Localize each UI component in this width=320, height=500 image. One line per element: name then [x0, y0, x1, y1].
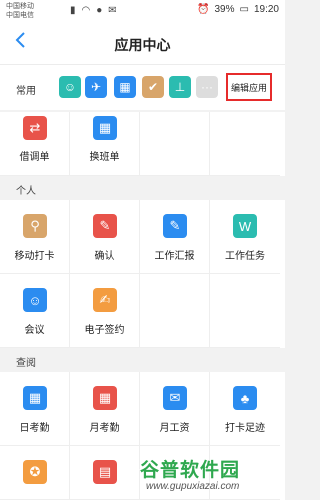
- app-tile[interactable]: ♣ 打卡足迹: [210, 372, 280, 446]
- quick-app-1[interactable]: ☺: [59, 76, 81, 98]
- app-label: 换班单: [89, 152, 120, 163]
- app-label: 移动打卡: [14, 251, 55, 262]
- common-apps-bar: 常用 ☺ ✈ ▦ ✔ ⊥ ··· 编辑应用: [0, 65, 285, 110]
- task-icon: W: [233, 214, 257, 238]
- salary-icon: ✉: [163, 386, 187, 410]
- medal-icon: ✪: [23, 460, 47, 484]
- section-header-query: 查阅: [0, 348, 285, 372]
- app-label: 会议: [24, 325, 45, 336]
- more-icon: ···: [201, 80, 213, 94]
- message-icon: ✉: [108, 5, 117, 16]
- battery-icon: ▭: [239, 4, 249, 15]
- status-time: 19:20: [253, 4, 279, 15]
- pen-icon: ✎: [93, 214, 117, 238]
- app-label: 月工资: [159, 423, 190, 434]
- meeting-icon: ☺: [23, 288, 47, 312]
- calendar-icon: ▦: [119, 80, 131, 94]
- status-icons: ▮ ◠ ● ✉: [70, 5, 117, 16]
- quick-app-more[interactable]: ···: [196, 76, 218, 98]
- contract-icon: ✍: [93, 288, 117, 312]
- app-tile[interactable]: ▤: [70, 446, 140, 500]
- edit-apps-button[interactable]: 编辑应用: [226, 73, 272, 101]
- quick-app-2[interactable]: ✈: [85, 76, 107, 98]
- carrier-info: 中国移动 中国电信: [6, 2, 34, 20]
- app-tile[interactable]: ✎ 工作汇报: [140, 200, 210, 274]
- signal-icon: ▮: [70, 5, 76, 16]
- app-tile[interactable]: ⚲ 移动打卡: [0, 200, 70, 274]
- app-tile[interactable]: ✉ 月工资: [140, 372, 210, 446]
- app-label: 打卡足迹: [225, 423, 265, 434]
- app-label: 月考勤: [89, 423, 120, 434]
- check-icon: ✔: [147, 80, 159, 94]
- notification-icon: ●: [96, 5, 103, 16]
- stamp-icon: ⊥: [174, 80, 186, 94]
- app-tile[interactable]: W 工作任务: [210, 200, 280, 274]
- person-icon: ☺: [63, 80, 77, 94]
- app-tile[interactable]: ▦ 换班单: [70, 112, 140, 176]
- quick-app-5[interactable]: ⊥: [169, 76, 191, 98]
- app-tile[interactable]: ⇄ 借调单: [0, 112, 70, 176]
- header-bar: 应用中心: [0, 22, 285, 65]
- section-title: 查阅: [16, 358, 36, 369]
- status-right: ⏰ 39% ▭ 19:20: [197, 4, 279, 15]
- location-pin-icon: ⚲: [23, 214, 47, 238]
- app-tile[interactable]: ▦ 日考勤: [0, 372, 70, 446]
- section-header-personal: 个人: [0, 176, 285, 200]
- battery-percent: 39%: [214, 4, 235, 15]
- top-apps-grid: ⇄ 借调单 ▦ 换班单: [0, 112, 285, 176]
- gift-icon: ▤: [93, 460, 117, 484]
- app-tile[interactable]: ✎ 确认: [70, 200, 140, 274]
- app-label: 电子签约: [84, 325, 125, 336]
- watermark-url: www.gupuxiazai.com: [146, 481, 240, 492]
- section-title: 个人: [16, 186, 36, 197]
- transfer-icon: ⇄: [23, 116, 47, 140]
- status-bar: 中国移动 中国电信 ▮ ◠ ● ✉ ⏰ 39% ▭ 19:20: [0, 0, 285, 22]
- calendar-month-icon: ▦: [93, 386, 117, 410]
- app-tile[interactable]: ☺ 会议: [0, 274, 70, 348]
- quick-app-3[interactable]: ▦: [114, 76, 136, 98]
- shift-icon: ▦: [93, 116, 117, 140]
- empty-tile: [140, 274, 210, 348]
- app-tile[interactable]: ✍ 电子签约: [70, 274, 140, 348]
- carrier-2: 中国电信: [6, 12, 34, 19]
- app-label: 日考勤: [19, 423, 50, 434]
- app-tile[interactable]: ✪: [0, 446, 70, 500]
- page-title: 应用中心: [114, 37, 171, 53]
- watermark: 谷普软件园 www.gupuxiazai.com: [140, 455, 285, 500]
- common-label: 常用: [16, 86, 36, 97]
- wifi-icon: ◠: [81, 5, 91, 16]
- app-label: 工作汇报: [154, 251, 195, 262]
- app-tile[interactable]: ▦ 月考勤: [70, 372, 140, 446]
- carrier-1: 中国移动: [6, 3, 34, 10]
- report-icon: ✎: [163, 214, 187, 238]
- calendar-day-icon: ▦: [23, 386, 47, 410]
- empty-tile: [140, 112, 210, 176]
- alarm-icon: ⏰: [197, 4, 210, 15]
- app-label: 借调单: [19, 152, 50, 163]
- quick-app-4[interactable]: ✔: [142, 76, 164, 98]
- plane-icon: ✈: [90, 80, 102, 94]
- personal-apps-grid: ⚲ 移动打卡 ✎ 确认 ✎ 工作汇报 W 工作任务 ☺ 会议 ✍ 电子签约: [0, 200, 285, 348]
- app-label: 工作任务: [225, 251, 265, 262]
- empty-tile: [210, 274, 280, 348]
- footprint-icon: ♣: [233, 386, 257, 410]
- empty-tile: [210, 112, 280, 176]
- app-label: 确认: [94, 251, 115, 262]
- watermark-title: 谷普软件园: [140, 460, 241, 481]
